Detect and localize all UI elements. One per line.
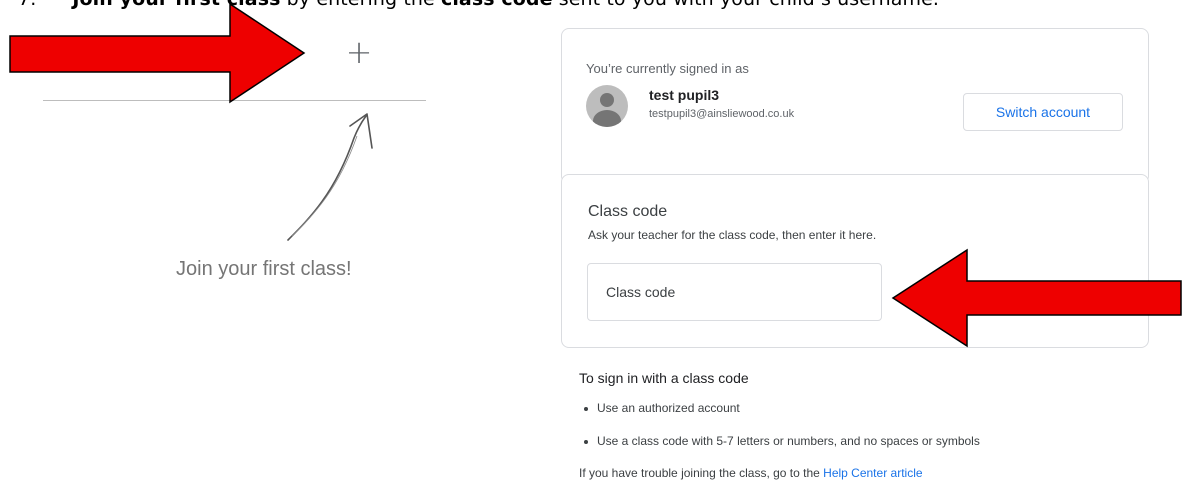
trouble-text: If you have trouble joining the class, g…: [579, 466, 824, 480]
user-email: testpupil3@ainsliewood.co.uk: [649, 108, 795, 120]
class-code-input[interactable]: [587, 263, 882, 321]
user-name: test pupil3: [649, 87, 720, 103]
signed-in-label: You’re currently signed in as: [586, 61, 749, 76]
plus-icon[interactable]: +: [344, 32, 374, 72]
instruction-bold-2: class code: [441, 0, 553, 10]
red-arrow-right-annotation: [9, 2, 306, 104]
help-list: Use an authorized account Use a class co…: [581, 400, 980, 463]
default-avatar-icon: [586, 85, 628, 127]
instruction-text-2: sent to you with your child’s username.: [553, 0, 939, 10]
help-trouble-text: If you have trouble joining the class, g…: [579, 466, 923, 480]
help-title: To sign in with a class code: [579, 370, 749, 386]
switch-account-button[interactable]: Switch account: [963, 93, 1123, 131]
class-code-instructions: Ask your teacher for the class code, the…: [588, 228, 877, 242]
help-list-item: Use a class code with 5-7 letters or num…: [581, 433, 980, 463]
red-arrow-left-annotation: [891, 248, 1182, 348]
class-code-title: Class code: [588, 203, 668, 220]
join-first-class-text: Join your first class!: [176, 258, 352, 280]
hand-drawn-arrow-icon: [287, 113, 373, 241]
help-center-link[interactable]: Help Center article: [823, 466, 922, 480]
account-card: You’re currently signed in as test pupil…: [561, 28, 1149, 184]
help-list-item: Use an authorized account: [581, 400, 980, 430]
